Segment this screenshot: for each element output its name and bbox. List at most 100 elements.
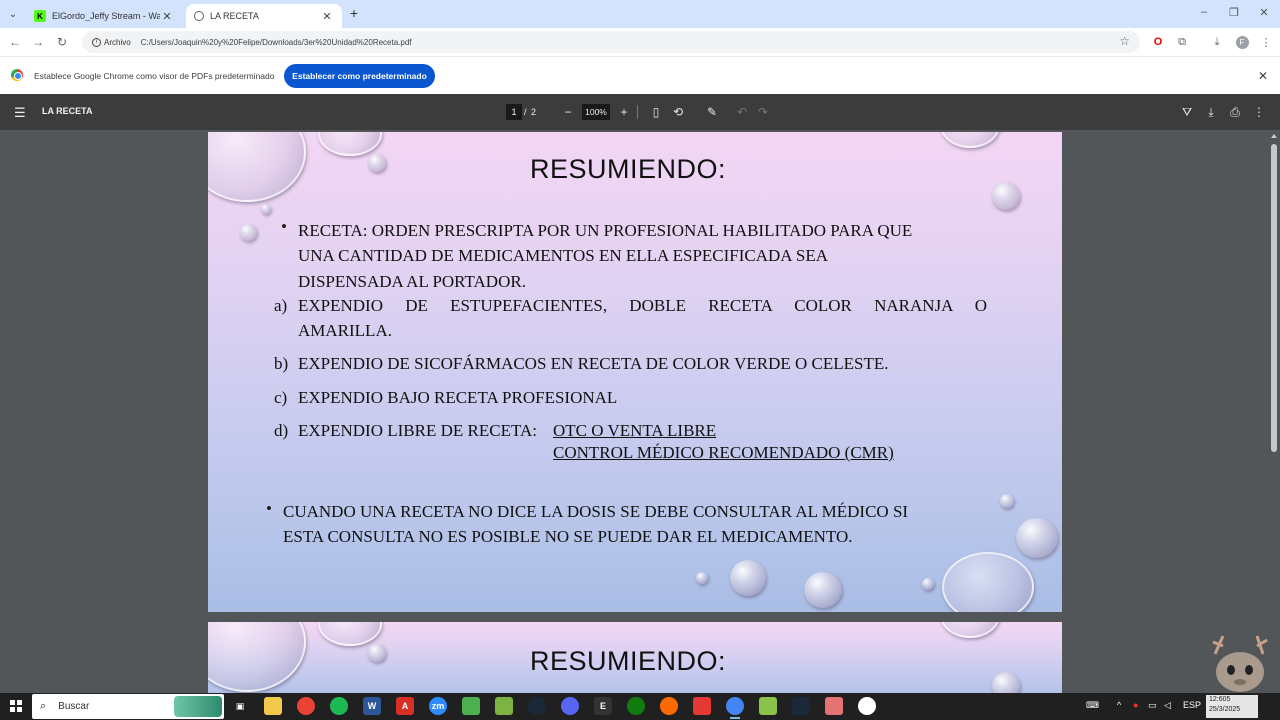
forward-icon[interactable]: → — [29, 33, 47, 51]
task-view-icon[interactable]: ▣ — [231, 697, 249, 715]
pdf-more-icon[interactable]: ⋮ — [1252, 105, 1266, 119]
steam-alt-icon[interactable] — [792, 697, 810, 715]
taskbar-search[interactable]: ⌕ Buscar — [32, 694, 224, 719]
photo-app-icon[interactable] — [825, 697, 843, 715]
scroll-up-arrow-icon[interactable] — [1271, 134, 1277, 138]
address-bar[interactable]: i Archivo C:/Users/Joaquin%20y%20Felipe/… — [82, 31, 1140, 53]
deer-mascot-image — [1212, 635, 1268, 692]
bullet-marker: • — [281, 217, 287, 236]
minecraft-icon[interactable] — [759, 697, 777, 715]
tray-app-icon[interactable]: ● — [1133, 700, 1138, 710]
decor-bubble — [1000, 494, 1014, 508]
tab-search-button[interactable]: ⌄ — [4, 5, 22, 23]
info-icon: i — [92, 37, 101, 47]
file-chip[interactable]: i Archivo — [88, 34, 135, 50]
scroll-thumb[interactable] — [1271, 144, 1277, 452]
decor-bubble — [922, 578, 934, 590]
restore-icon[interactable]: ❐ — [1226, 6, 1242, 19]
annotate-icon[interactable]: ✎ — [705, 105, 719, 119]
language-indicator[interactable]: ESP — [1183, 700, 1201, 710]
game-launcher-icon[interactable] — [693, 697, 711, 715]
back-icon[interactable]: ← — [6, 33, 24, 51]
infobar-message: Establece Google Chrome como visor de PD… — [34, 71, 275, 81]
receta-definition-line: RECETA: ORDEN PRESCRIPTA POR UN PROFESIO… — [298, 221, 913, 240]
close-infobar-icon[interactable]: ✕ — [1258, 69, 1268, 83]
item-c-marker: c) — [274, 388, 288, 407]
kick-icon: K — [34, 10, 46, 22]
tab-la-receta[interactable]: LA RECETA ✕ — [186, 4, 342, 28]
zoom-in-icon[interactable]: + — [617, 105, 631, 119]
windows-taskbar: ⌕ Buscar ▣ W A zm E ⌨ ^ ● ▭ ◁ ESP 12:605… — [0, 693, 1280, 720]
item-a-line: AMARILLA. — [298, 321, 392, 340]
spotify-icon[interactable] — [330, 697, 348, 715]
search-icon: ⌕ — [40, 700, 47, 712]
item-c-text: EXPENDIO BAJO RECETA PROFESIONAL — [298, 388, 618, 407]
decor-bubble — [992, 182, 1020, 210]
drive-save-icon[interactable]: ⛛ — [1180, 105, 1194, 120]
shield-app-icon[interactable] — [462, 697, 480, 715]
url-text: C:/Users/Joaquin%20y%20Felipe/Downloads/… — [140, 37, 412, 47]
globe-icon — [194, 11, 204, 21]
decor-bubble — [696, 572, 708, 584]
page-number-input[interactable]: 1 — [506, 104, 522, 120]
decor-bubble — [942, 552, 1034, 612]
pdf-scrollbar[interactable] — [1268, 130, 1280, 693]
close-window-icon[interactable]: ✕ — [1256, 6, 1272, 19]
acrobat-icon[interactable]: A — [396, 697, 414, 715]
zoom-input[interactable]: 100% — [582, 104, 610, 120]
brave-icon[interactable] — [660, 697, 678, 715]
menu-kebab-icon[interactable]: ⋮ — [1258, 34, 1274, 50]
clock-date: 25/3/2025 — [1209, 706, 1241, 713]
tray-expand-icon[interactable]: ^ — [1117, 700, 1121, 710]
git-icon[interactable] — [495, 697, 513, 715]
reload-icon[interactable]: ↻ — [53, 33, 71, 51]
zoom-icon[interactable]: zm — [429, 697, 447, 715]
page-separator: / — [524, 107, 527, 117]
set-default-button[interactable]: Establecer como predeterminado — [284, 64, 435, 88]
redo-icon[interactable]: ↷ — [756, 105, 770, 119]
item-b-marker: b) — [274, 354, 289, 373]
dosis-note-line: ESTA CONSULTA NO ES POSIBLE NO SE PUEDE … — [283, 527, 853, 546]
close-tab-icon[interactable]: ✕ — [160, 9, 174, 23]
word-icon[interactable]: W — [363, 697, 381, 715]
xbox-icon[interactable] — [627, 697, 645, 715]
opera-extension-icon[interactable]: O — [1150, 34, 1166, 50]
bookmark-star-icon[interactable]: ☆ — [1119, 34, 1130, 48]
keyboard-icon[interactable]: ⌨ — [1086, 700, 1099, 711]
chrome-active-icon[interactable] — [726, 697, 744, 719]
hamburger-menu-icon[interactable]: ☰ — [14, 105, 26, 121]
undo-icon[interactable]: ↶ — [735, 105, 749, 119]
profile-avatar[interactable]: F — [1235, 35, 1249, 49]
taskbar-search-placeholder: Buscar — [58, 701, 90, 712]
windows-start-icon[interactable] — [10, 700, 22, 712]
obs-icon[interactable] — [858, 697, 876, 715]
download-icon[interactable]: ⤓ — [1209, 34, 1225, 50]
tab-kick-stream[interactable]: K ElGordo_Jeffy Stream - Watch L ✕ — [26, 4, 182, 28]
minimize-icon[interactable]: – — [1196, 6, 1212, 18]
zoom-out-icon[interactable]: − — [561, 105, 575, 119]
volume-icon[interactable]: ◁ — [1164, 700, 1171, 711]
tab-strip: ⌄ K ElGordo_Jeffy Stream - Watch L ✕ LA … — [0, 0, 1280, 28]
file-explorer-icon[interactable] — [264, 697, 282, 715]
decor-bubble — [1016, 518, 1058, 558]
pdf-viewport[interactable]: RESUMIENDO: • RECETA: ORDEN PRESCRIPTA P… — [0, 130, 1280, 693]
new-tab-button[interactable]: + — [346, 5, 362, 21]
decor-bubble — [940, 622, 1000, 638]
rotate-icon[interactable]: ⟲ — [671, 105, 685, 119]
pdf-download-icon[interactable]: ⤓ — [1204, 105, 1218, 120]
steam-icon[interactable] — [528, 697, 546, 715]
epic-games-icon[interactable]: E — [594, 697, 612, 715]
clock[interactable]: 12:605 25/3/2025 — [1206, 695, 1258, 718]
decor-bubble — [730, 560, 766, 596]
decor-bubble — [940, 132, 1000, 148]
clock-time: 12:605 — [1209, 696, 1231, 703]
fit-page-icon[interactable]: ▯ — [649, 105, 663, 119]
extensions-icon[interactable]: ⧉ — [1174, 34, 1190, 50]
default-pdf-infobar: Establece Google Chrome como visor de PD… — [0, 56, 1280, 94]
print-icon[interactable]: ⎙ — [1228, 105, 1242, 120]
network-icon[interactable]: ▭ — [1148, 700, 1157, 711]
pdf-page-1: RESUMIENDO: • RECETA: ORDEN PRESCRIPTA P… — [208, 132, 1062, 612]
close-tab-icon[interactable]: ✕ — [320, 9, 334, 23]
discord-icon[interactable] — [561, 697, 579, 715]
chrome-icon[interactable] — [297, 697, 315, 715]
